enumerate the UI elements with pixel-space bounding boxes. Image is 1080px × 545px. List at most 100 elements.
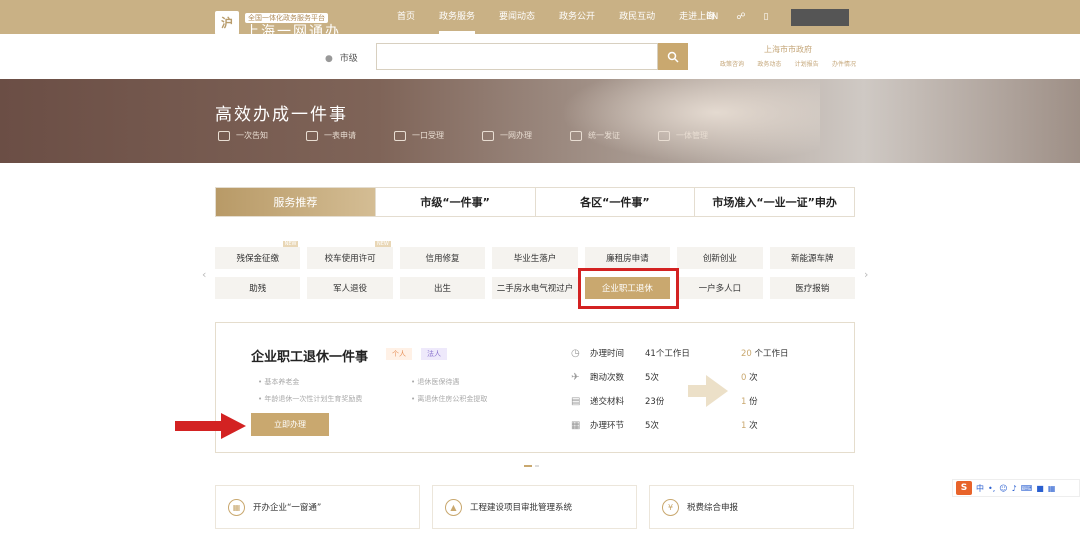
top-bar: 沪 全国一体化政务服务平台 上海一网通办 首页 政务服务 要闻动态 政务公开 政… [0, 0, 1080, 40]
service-chip[interactable]: 一户多人口 [677, 277, 763, 299]
accessibility-icon[interactable]: ☍ [736, 12, 745, 22]
service-tabs: 服务推荐 市级“一件事” 各区“一件事” 市场准入“一业一证”申办 [215, 187, 855, 217]
location-pin-icon: ● [325, 54, 333, 64]
ime-mode[interactable]: 中 [976, 483, 984, 494]
building-icon: ▦ [228, 498, 245, 516]
feature-item: • 基本养老金 [258, 378, 300, 386]
pagination-dot[interactable] [535, 465, 539, 467]
gov-link[interactable]: 政策咨询 [720, 59, 744, 68]
nav-item-services[interactable]: 政务服务 [427, 0, 487, 34]
pagination-dots [524, 465, 542, 467]
detail-title: 企业职工退休一件事 [251, 350, 369, 365]
banner-feature: 统一发证 [570, 130, 620, 141]
service-chip[interactable]: 助残 [215, 277, 301, 299]
service-chip[interactable]: 残保金征缴 NEW [215, 241, 301, 269]
quick-link-card[interactable]: ▦ 开办企业“一窗通” [215, 485, 420, 529]
tag-personal: 个人 [386, 348, 412, 360]
grid-icon[interactable]: ▦ [1048, 484, 1056, 493]
top-right-tools: EN ☍ ▯ [706, 0, 849, 34]
search-bar: ● 市级 上海市市政府 政策咨询 政务动态 计划报告 办件情况 [0, 34, 1080, 79]
gov-link[interactable]: 办件情况 [832, 59, 856, 68]
carousel-next-icon[interactable]: › [864, 268, 868, 281]
service-chip[interactable]: 二手房水电气视过户 [492, 277, 578, 299]
stat-row: ▤ 递交材料 23份 1 份 [571, 395, 758, 408]
stat-row: ✈ 跑动次数 5次 0 次 [571, 371, 758, 384]
service-chip[interactable]: 创新创业 [677, 247, 763, 269]
feature-item: • 退休医保待遇 [411, 378, 460, 386]
gov-link[interactable]: 政务动态 [757, 59, 781, 68]
skin-icon[interactable]: ■ [1036, 484, 1044, 493]
feature-item: • 年龄退休一次性计划生育奖励费 [258, 395, 363, 403]
service-detail-panel: 企业职工退休一件事 个人 法人 • 基本养老金 • 退休医保待遇 • 年龄退休一… [215, 322, 855, 453]
quick-link-card[interactable]: ▲ 工程建设项目审批管理系统 [432, 485, 637, 529]
annotation-arrow-head [221, 413, 246, 439]
logo-subtitle: 全国一体化政务服务平台 [245, 13, 328, 23]
ime-toolbar[interactable]: S 中 •, ☺ ♪ ⌨ ■ ▦ [952, 479, 1080, 497]
stat-row: ▦ 办理环节 5次 1 次 [571, 419, 758, 432]
mail-icon [218, 130, 230, 141]
banner-feature: 一口受理 [394, 130, 444, 141]
search-input[interactable] [376, 43, 658, 70]
mobile-icon[interactable]: ▯ [764, 12, 769, 22]
clock-icon: ◷ [571, 347, 580, 359]
punctuation-icon[interactable]: •, [988, 484, 995, 493]
service-chip[interactable]: 信用修复 [399, 247, 486, 269]
login-button[interactable] [790, 8, 849, 26]
gov-title[interactable]: 上海市市政府 [720, 44, 856, 55]
apply-button[interactable]: 立即办理 [251, 413, 329, 436]
city-label: 市级 [339, 54, 358, 64]
tag-legal: 法人 [421, 348, 447, 360]
banner-feature: 一表申请 [306, 130, 356, 141]
annotation-arrow-icon [175, 421, 223, 431]
logo-icon: 沪 [215, 10, 239, 35]
nav-item-public[interactable]: 政务公开 [547, 0, 607, 34]
city-selector[interactable]: ● 市级 [325, 51, 358, 64]
new-badge: NEW [282, 241, 299, 247]
keyboard-icon[interactable]: ⌨ [1021, 484, 1033, 493]
sogou-icon: S [956, 481, 972, 495]
monitor-icon [482, 130, 494, 141]
people-icon [658, 130, 670, 141]
form-icon [306, 130, 318, 141]
pagination-dot[interactable] [524, 465, 532, 467]
service-chip[interactable]: 廉租房申请 [584, 247, 671, 269]
tab-recommended[interactable]: 服务推荐 [216, 188, 376, 216]
gov-link[interactable]: 计划报告 [795, 59, 819, 68]
hero-banner: 高效办成一件事 一次告知 一表申请 一口受理 一网办理 统一发证 一体管理 [0, 79, 1080, 163]
mic-icon[interactable]: ♪ [1012, 484, 1017, 493]
banner-features: 一次告知 一表申请 一口受理 一网办理 统一发证 一体管理 [218, 130, 746, 141]
main-nav: 首页 政务服务 要闻动态 政务公开 政民互动 走进上海 [385, 0, 727, 34]
service-chip[interactable]: 毕业生落户 [492, 247, 578, 269]
service-chip[interactable]: 军人退役 [307, 277, 393, 299]
nav-item-home[interactable]: 首页 [385, 0, 427, 34]
feature-item: • 离退休住房公积金提取 [411, 395, 488, 403]
search-button[interactable] [658, 43, 688, 70]
tax-icon: ¥ [662, 498, 679, 516]
service-chip[interactable]: 校车使用许可 NEW [307, 241, 393, 269]
carousel-prev-icon[interactable]: ‹ [202, 268, 206, 281]
banner-image [560, 79, 820, 163]
step-icon: ▦ [571, 419, 581, 431]
service-chip[interactable]: 新能源车牌 [769, 247, 855, 269]
quick-link-card[interactable]: ¥ 税费综合申报 [649, 485, 854, 529]
stat-row: ◷ 办理时间 41个工作日 20 个工作日 [571, 347, 789, 360]
banner-feature: 一网办理 [482, 130, 532, 141]
annotation-highlight-box [578, 268, 679, 309]
banner-feature: 一次告知 [218, 130, 268, 141]
person-icon [394, 130, 406, 141]
tab-market-access[interactable]: 市场准入“一业一证”申办 [695, 188, 854, 216]
emoji-icon[interactable]: ☺ [999, 484, 1007, 493]
nav-item-interaction[interactable]: 政民互动 [607, 0, 667, 34]
service-chip[interactable]: 医疗报销 [769, 277, 855, 299]
tab-district[interactable]: 各区“一件事” [536, 188, 696, 216]
service-grid: 残保金征缴 NEW 校车使用许可 NEW 信用修复 毕业生落户 廉租房申请 创新创业… [215, 241, 855, 307]
document-icon: ▤ [571, 395, 581, 407]
search-icon [667, 51, 679, 63]
nav-item-news[interactable]: 要闻动态 [487, 0, 547, 34]
tab-city[interactable]: 市级“一件事” [376, 188, 536, 216]
banner-title: 高效办成一件事 [215, 105, 348, 125]
gov-links: 上海市市政府 政策咨询 政务动态 计划报告 办件情况 [720, 44, 856, 68]
service-chip[interactable]: 出生 [399, 277, 486, 299]
new-badge: NEW [375, 241, 391, 247]
language-switch[interactable]: EN [706, 12, 718, 22]
